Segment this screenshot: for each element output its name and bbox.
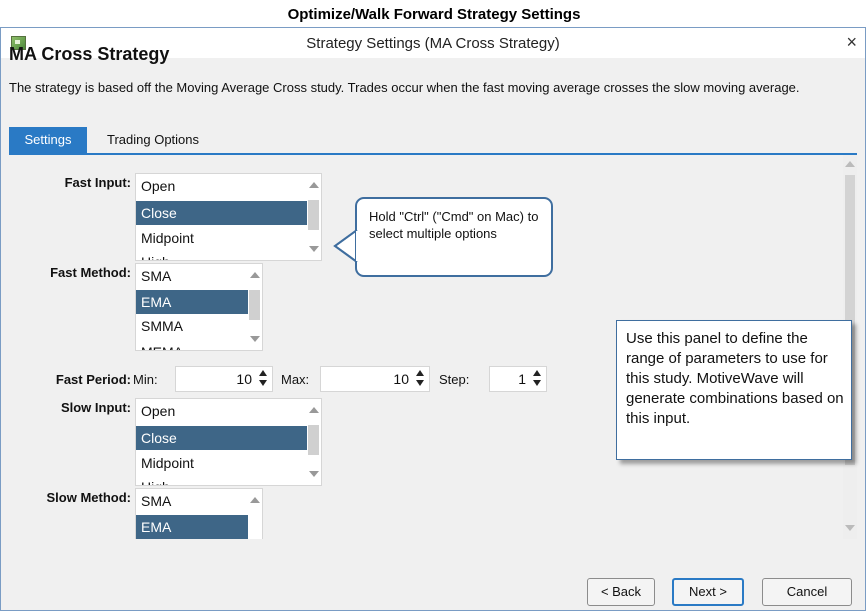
scroll-down-icon[interactable] — [309, 471, 319, 477]
fast-input-label: Fast Input: — [64, 175, 131, 190]
list-item[interactable]: Close — [136, 201, 307, 225]
scroll-down-icon[interactable] — [250, 336, 260, 342]
figure-caption: Optimize/Walk Forward Strategy Settings — [287, 6, 581, 23]
fast-input-list[interactable]: Open Close Midpoint High — [135, 173, 322, 261]
slow-method-list[interactable]: SMA EMA — [135, 488, 263, 539]
list-item[interactable]: Close — [136, 426, 307, 450]
list-scrollbar[interactable] — [248, 489, 262, 539]
list-scrollbar[interactable] — [248, 264, 262, 350]
scroll-up-icon[interactable] — [250, 272, 260, 278]
fast-period-min-spinner[interactable]: 10 — [175, 366, 273, 392]
back-button[interactable]: < Back — [587, 578, 655, 606]
list-scrollbar[interactable] — [307, 174, 321, 260]
scroll-up-icon[interactable] — [309, 182, 319, 188]
list-item[interactable]: High — [136, 250, 307, 260]
close-icon[interactable]: × — [846, 32, 857, 53]
tab-trading-options[interactable]: Trading Options — [97, 127, 227, 153]
scroll-down-icon[interactable] — [845, 525, 855, 531]
scroll-up-icon[interactable] — [845, 161, 855, 167]
spinner-value: 10 — [393, 371, 409, 387]
list-item[interactable]: MEMA — [136, 340, 248, 350]
list-item[interactable]: SMA — [136, 489, 248, 513]
step-label: Step: — [439, 372, 470, 387]
max-label: Max: — [281, 372, 310, 387]
spinner-value: 1 — [518, 371, 526, 387]
list-item[interactable]: Open — [136, 399, 307, 423]
scroll-thumb[interactable] — [308, 425, 319, 455]
cancel-button[interactable]: Cancel — [762, 578, 852, 606]
tab-settings[interactable]: Settings — [9, 127, 87, 153]
info-note-text: Use this panel to define the range of pa… — [626, 330, 844, 427]
fast-period-step-spinner[interactable]: 1 — [489, 366, 547, 392]
list-item[interactable]: High — [136, 475, 307, 485]
scroll-down-icon[interactable] — [309, 246, 319, 252]
list-scrollbar[interactable] — [307, 399, 321, 485]
scroll-up-icon[interactable] — [250, 497, 260, 503]
fast-period-max-spinner[interactable]: 10 — [320, 366, 430, 392]
info-note: Use this panel to define the range of pa… — [616, 320, 852, 460]
callout-tooltip: Hold "Ctrl" ("Cmd" on Mac) to select mul… — [355, 197, 553, 277]
callout-text: Hold "Ctrl" ("Cmd" on Mac) to select mul… — [369, 209, 539, 241]
list-item[interactable]: SMMA — [136, 314, 248, 338]
list-item[interactable]: SMA — [136, 264, 248, 288]
fast-period-label: Fast Period: — [55, 372, 131, 387]
list-item[interactable]: Midpoint — [136, 451, 307, 475]
list-item[interactable]: Open — [136, 174, 307, 198]
strategy-description: The strategy is based off the Moving Ave… — [9, 80, 800, 95]
slow-input-label: Slow Input: — [60, 400, 131, 415]
spinner-arrows-icon[interactable] — [416, 370, 424, 388]
scroll-thumb[interactable] — [308, 200, 319, 230]
callout-pointer-overlay — [333, 229, 359, 263]
min-label: Min: — [133, 372, 158, 387]
slow-input-list[interactable]: Open Close Midpoint High — [135, 398, 322, 486]
spinner-value: 10 — [236, 371, 252, 387]
fast-method-list[interactable]: SMA EMA SMMA MEMA — [135, 263, 263, 351]
scroll-up-icon[interactable] — [309, 407, 319, 413]
spinner-arrows-icon[interactable] — [533, 370, 541, 388]
spinner-arrows-icon[interactable] — [259, 370, 267, 388]
fast-method-label: Fast Method: — [50, 265, 131, 280]
slow-method-label: Slow Method: — [46, 490, 132, 505]
scroll-thumb[interactable] — [249, 290, 260, 320]
list-item[interactable]: Midpoint — [136, 226, 307, 250]
next-button[interactable]: Next > — [672, 578, 744, 606]
strategy-name: MA Cross Strategy — [9, 44, 170, 64]
list-item[interactable]: EMA — [136, 515, 248, 539]
list-item[interactable]: EMA — [136, 290, 248, 314]
